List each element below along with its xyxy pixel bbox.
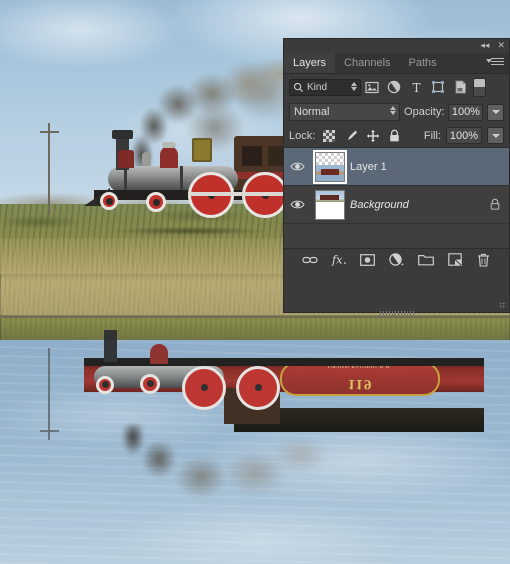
opacity-slider-arrow-icon[interactable] bbox=[487, 103, 504, 121]
filter-kind-label: Kind bbox=[307, 81, 328, 93]
tab-channels[interactable]: Channels bbox=[335, 53, 400, 73]
tab-layers[interactable]: Layers bbox=[284, 53, 336, 73]
layer-thumbnail-background[interactable] bbox=[315, 189, 345, 220]
layer-visibility-toggle-background[interactable] bbox=[284, 199, 310, 210]
steam-locomotive bbox=[84, 130, 370, 230]
steam-dome bbox=[160, 142, 178, 168]
filter-row[interactable]: Kind T bbox=[284, 74, 509, 100]
layer-thumbnail-wrap-background[interactable] bbox=[310, 189, 350, 220]
layer-name-layer-1[interactable]: Layer 1 bbox=[350, 161, 481, 173]
blend-mode-value: Normal bbox=[294, 106, 330, 118]
fill-input[interactable]: 100% bbox=[446, 127, 482, 144]
lock-all-icon[interactable] bbox=[386, 127, 403, 144]
filter-kind-stepper-icon[interactable] bbox=[351, 81, 357, 91]
boiler-band-rear bbox=[180, 166, 183, 192]
telegraph-pole bbox=[48, 123, 50, 215]
filter-pixel-layers-icon[interactable] bbox=[361, 77, 383, 97]
search-icon bbox=[293, 82, 304, 93]
collapse-panel-icon[interactable]: ◂◂ bbox=[480, 40, 489, 51]
reflected-telegraph-pole bbox=[48, 348, 50, 440]
reflected-driving-wheel-rear bbox=[236, 366, 280, 410]
side-rod bbox=[188, 192, 290, 196]
new-layer-icon[interactable] bbox=[447, 252, 463, 268]
reflected-pole-crossarm bbox=[40, 430, 59, 432]
layer-row-background[interactable]: Background bbox=[284, 186, 509, 224]
layer-style-fx-icon[interactable]: fx bbox=[331, 252, 347, 268]
lock-transparent-pixels-icon[interactable] bbox=[320, 127, 337, 144]
delete-layer-icon[interactable] bbox=[476, 252, 492, 268]
layer-thumbnail-wrap-layer-1[interactable] bbox=[310, 149, 350, 184]
headlamp bbox=[192, 138, 212, 162]
layer-thumbnail-layer-1[interactable] bbox=[313, 149, 347, 184]
opacity-label: Opacity: bbox=[404, 106, 445, 118]
reflected-driving-wheel-front bbox=[182, 366, 226, 410]
cab-window-left bbox=[242, 146, 262, 166]
panel-tab-bar[interactable]: Layers Channels Paths bbox=[284, 53, 509, 74]
blend-mode-stepper-icon[interactable] bbox=[390, 106, 397, 115]
close-icon[interactable]: ✕ bbox=[497, 40, 505, 51]
pilot-wheel-rear bbox=[146, 192, 166, 212]
blend-mode-select[interactable]: Normal bbox=[289, 103, 401, 121]
reflected-locomotive-number: 119 bbox=[347, 376, 373, 392]
add-layer-mask-icon[interactable] bbox=[360, 252, 376, 268]
fill-slider-arrow-icon[interactable] bbox=[487, 127, 504, 144]
new-adjustment-layer-icon[interactable] bbox=[389, 252, 405, 268]
filter-kind-dropdown[interactable]: Kind bbox=[289, 78, 361, 96]
reflected-pilot-wheel-front bbox=[96, 376, 114, 394]
layers-panel[interactable]: ◂◂ ✕ Layers Channels Paths Kind T Normal… bbox=[283, 38, 510, 316]
svg-text:fx: fx bbox=[331, 254, 343, 266]
pilot-wheel-front bbox=[100, 192, 118, 210]
lock-position-icon[interactable] bbox=[364, 127, 381, 144]
layer-visibility-toggle-layer-1[interactable] bbox=[284, 161, 310, 172]
reflected-pilot-wheel-rear bbox=[140, 374, 160, 394]
layer-row-layer-1[interactable]: Layer 1 bbox=[284, 148, 509, 186]
panel-bottom-toolbar[interactable]: fx bbox=[284, 248, 509, 309]
panel-resize-grip[interactable] bbox=[499, 302, 506, 309]
blend-mode-row[interactable]: Normal Opacity: 100% bbox=[284, 100, 509, 124]
reflected-frame bbox=[84, 358, 484, 366]
new-group-icon[interactable] bbox=[417, 252, 434, 268]
link-layers-icon[interactable] bbox=[301, 252, 318, 268]
reflected-locomotive: 119 UNION PACIFIC R.R. bbox=[84, 322, 504, 432]
photoshop-screenshot: 119 UNION PACIFIC R.R. ◂◂ ✕ Layers Chann… bbox=[0, 0, 510, 564]
reflected-steam-dome bbox=[150, 344, 168, 364]
panel-drag-handle[interactable] bbox=[379, 311, 414, 316]
filter-adjustment-layers-icon[interactable] bbox=[383, 77, 405, 97]
panel-titlebar: ◂◂ ✕ bbox=[284, 39, 509, 53]
filter-type-layers-icon[interactable]: T bbox=[405, 77, 427, 97]
lock-label: Lock: bbox=[289, 129, 316, 142]
fill-label: Fill: bbox=[423, 129, 441, 142]
sand-dome bbox=[118, 150, 134, 168]
filter-enable-toggle[interactable] bbox=[473, 77, 486, 97]
reflected-smokestack bbox=[104, 330, 117, 362]
layer-list[interactable]: Layer 1 Background bbox=[284, 148, 509, 248]
filter-smart-object-layers-icon[interactable] bbox=[449, 77, 471, 97]
background-locked-icon bbox=[481, 198, 509, 211]
panel-menu-icon[interactable] bbox=[486, 58, 504, 67]
telegraph-pole-crossarm bbox=[40, 131, 59, 133]
svg-text:T: T bbox=[412, 81, 420, 94]
layer-name-background[interactable]: Background bbox=[350, 199, 481, 211]
opacity-input[interactable]: 100% bbox=[448, 103, 484, 121]
filter-shape-layers-icon[interactable] bbox=[427, 77, 449, 97]
bell bbox=[142, 152, 151, 166]
reflected-smoke-plume bbox=[115, 425, 325, 535]
tab-paths[interactable]: Paths bbox=[399, 53, 446, 73]
lock-row[interactable]: Lock: Fill: 100% bbox=[284, 124, 509, 148]
lock-image-pixels-icon[interactable] bbox=[342, 127, 359, 144]
